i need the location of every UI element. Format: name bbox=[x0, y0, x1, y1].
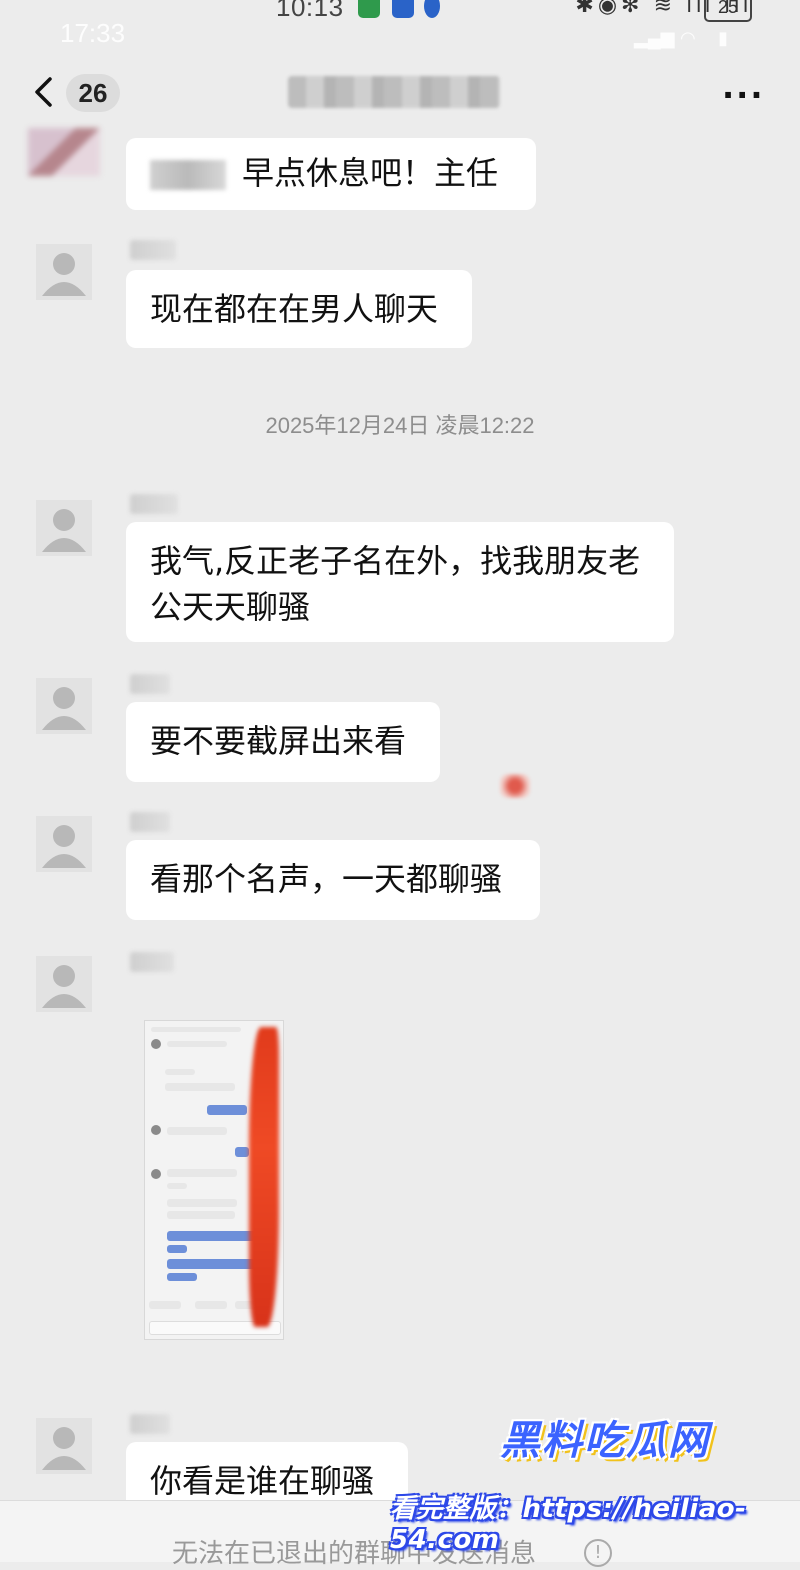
message-bubble[interactable]: 我气,反正老子名在外，找我朋友老公天天聊骚 bbox=[126, 522, 674, 642]
chat-header: 26 ··· bbox=[0, 64, 800, 120]
message-text: 要不要截屏出来看 bbox=[150, 722, 407, 760]
sender-name-redacted bbox=[130, 494, 178, 514]
red-redaction-mark bbox=[249, 1027, 279, 1327]
message-text: 我气,反正老子名在外，找我朋友老公天天聊骚 bbox=[150, 542, 641, 626]
battery-icon: ▮ bbox=[718, 28, 728, 48]
message-bubble[interactable]: 现在都在在男人聊天 bbox=[126, 270, 472, 348]
sender-name-redacted bbox=[130, 1414, 170, 1434]
message-bubble[interactable]: 要不要截屏出来看 bbox=[126, 702, 440, 782]
emoji-sticker bbox=[500, 774, 530, 798]
wifi-icon: ◠ bbox=[680, 28, 696, 48]
watermark-logo: 黑料吃瓜网 bbox=[500, 1418, 710, 1464]
redacted-mention bbox=[150, 160, 226, 190]
person-silhouette-icon bbox=[36, 816, 92, 872]
unread-count-badge[interactable]: 26 bbox=[66, 74, 120, 112]
sender-name-redacted bbox=[130, 812, 170, 832]
screenshot-image-message[interactable] bbox=[144, 1020, 284, 1340]
app-badge-icon bbox=[424, 0, 440, 18]
person-silhouette-icon bbox=[36, 956, 92, 1012]
person-silhouette-icon bbox=[36, 1418, 92, 1474]
inner-status-time: 17:33 bbox=[60, 18, 126, 48]
message-bubble[interactable]: 看那个名声，一天都聊骚 bbox=[126, 840, 540, 920]
message-text: 早点休息吧！主任 bbox=[242, 154, 499, 192]
avatar[interactable] bbox=[36, 500, 92, 556]
app-badge-icon bbox=[392, 0, 414, 18]
avatar[interactable] bbox=[36, 1418, 92, 1474]
watermark-url: 看完整版：https://heiliao-54.com bbox=[390, 1494, 747, 1555]
sender-name-redacted bbox=[130, 240, 176, 260]
sender-name-redacted bbox=[130, 952, 174, 972]
avatar[interactable] bbox=[36, 244, 92, 300]
message-text: 现在都在在男人聊天 bbox=[150, 290, 439, 328]
avatar[interactable] bbox=[36, 816, 92, 872]
avatar[interactable] bbox=[36, 956, 92, 1012]
person-silhouette-icon bbox=[36, 500, 92, 556]
avatar[interactable] bbox=[28, 128, 100, 176]
person-silhouette-icon bbox=[36, 244, 92, 300]
inner-status-bar: 17:33 ▂▄▆ ◠ ▮ bbox=[0, 18, 800, 54]
avatar[interactable] bbox=[36, 678, 92, 734]
more-dots-icon[interactable]: ··· bbox=[722, 76, 764, 114]
message-text: 你看是谁在聊骚 bbox=[150, 1462, 375, 1500]
message-timestamp: 2025年12月24日 凌晨12:22 bbox=[265, 413, 535, 438]
message-bubble[interactable]: 早点休息吧！主任 bbox=[126, 138, 536, 210]
app-badge-icon bbox=[358, 0, 380, 18]
chat-title-redacted bbox=[288, 76, 500, 108]
signal-icon: ▂▄▆ bbox=[634, 28, 675, 48]
message-text: 看那个名声，一天都聊骚 bbox=[150, 860, 503, 898]
sender-name-redacted bbox=[130, 674, 170, 694]
back-chevron-icon[interactable] bbox=[28, 74, 64, 110]
person-silhouette-icon bbox=[36, 678, 92, 734]
